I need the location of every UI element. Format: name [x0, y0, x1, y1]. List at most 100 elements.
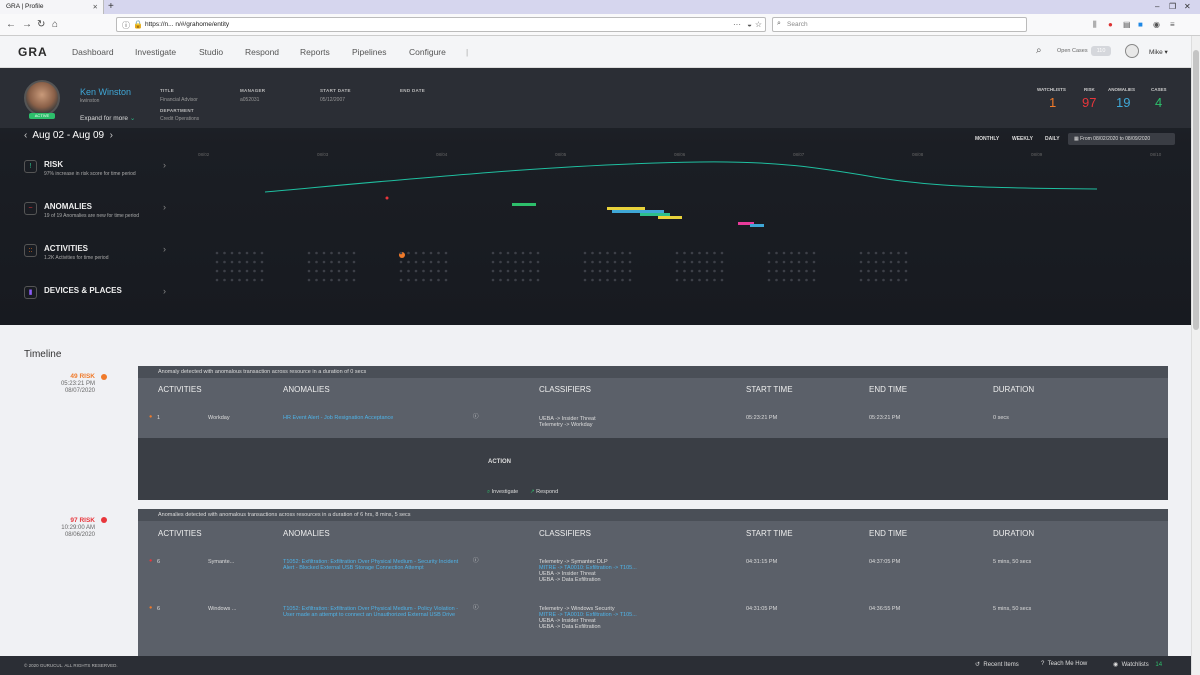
activity-cell: [437, 269, 440, 273]
chevron-right-icon[interactable]: ›: [163, 202, 166, 212]
activity-cell: [307, 260, 311, 264]
home-icon[interactable]: ⌂: [52, 19, 58, 30]
search-icon: ⌕: [777, 20, 781, 27]
info-icon[interactable]: ⓘ: [473, 558, 479, 564]
respond-button[interactable]: ↗ Respond: [530, 489, 558, 495]
activity-cell: [337, 269, 341, 273]
anomaly-bar: [658, 216, 682, 219]
chevron-right-icon[interactable]: ›: [163, 160, 166, 170]
anomaly-link[interactable]: T1052: Exfiltration: Exfiltration Over P…: [283, 606, 468, 618]
respond-label: Respond: [536, 489, 559, 495]
row-end: 05:23:21 PM: [869, 415, 901, 421]
open-cases-label[interactable]: Open Cases: [1057, 48, 1088, 54]
chevron-right-icon[interactable]: ›: [163, 244, 166, 254]
activity-cell: [767, 260, 771, 264]
search-icon[interactable]: ⌕: [1036, 45, 1042, 56]
activity-cell: [591, 251, 594, 255]
activity-cell: [345, 260, 348, 264]
row-start: 05:23:21 PM: [746, 415, 778, 421]
activity-cell: [506, 260, 510, 264]
nav-pipelines[interactable]: Pipelines: [352, 47, 387, 57]
sidebar-icon[interactable]: ▤: [1123, 20, 1131, 29]
activity-cell: [591, 269, 594, 273]
page-scrollbar[interactable]: [1191, 36, 1200, 675]
risk-event-point: [385, 196, 389, 200]
menu-icon[interactable]: ≡: [1170, 20, 1175, 29]
event-time: 10:29:00 AM: [61, 525, 95, 531]
restore-icon[interactable]: ❐: [1169, 2, 1176, 11]
activity-cell: [499, 251, 502, 255]
activity-cell: [223, 260, 226, 264]
watchlists-button[interactable]: ◉ Watchlists 14: [1113, 661, 1162, 668]
activity-cell: [215, 251, 219, 255]
devices-icon: ▮: [24, 286, 37, 299]
event-header: Anomalies detected with anomalous transa…: [138, 509, 1168, 521]
extension-icon[interactable]: ■: [1138, 20, 1143, 29]
activity-cell: [690, 269, 694, 273]
activity-cell: [705, 251, 709, 255]
risk-icon: !: [24, 160, 37, 173]
back-icon[interactable]: ←: [6, 19, 16, 30]
activity-cell: [437, 260, 440, 264]
close-window-icon[interactable]: ✕: [1184, 2, 1191, 11]
info-icon[interactable]: ⓘ: [122, 20, 130, 31]
scrollbar-thumb[interactable]: [1193, 50, 1199, 330]
more-icon[interactable]: ···: [733, 20, 741, 29]
info-icon[interactable]: ⓘ: [473, 414, 479, 420]
library-icon[interactable]: ⫼: [1093, 20, 1097, 30]
minimize-icon[interactable]: –: [1155, 2, 1159, 11]
activity-cell: [583, 260, 587, 264]
row-count: 1: [157, 415, 161, 421]
row-duration: 5 mins, 50 secs: [993, 606, 1032, 612]
anomaly-link[interactable]: HR Event Alert - Job Resignation Accepta…: [283, 415, 393, 421]
entity-profile-panel: ACTIVE Ken Winston kwinston Expand for m…: [0, 68, 1191, 325]
investigate-button[interactable]: ⌕ Investigate: [487, 489, 518, 495]
activity-cell: [253, 278, 256, 282]
url-bar[interactable]: ⓘ 🔒 https://n... n/#/grahome/entity ··· …: [116, 17, 766, 32]
gra-logo[interactable]: GRA: [18, 45, 48, 59]
chevron-right-icon[interactable]: ›: [163, 286, 166, 296]
activity-cell: [889, 251, 893, 255]
nav-respond[interactable]: Respond: [245, 47, 279, 57]
activity-cell: [253, 269, 256, 273]
user-name: Mike: [1149, 49, 1163, 56]
activity-cell: [591, 260, 594, 264]
col-anomalies: ANOMALIES: [283, 385, 330, 394]
teach-me-button[interactable]: ? Teach Me How: [1041, 661, 1087, 667]
activity-cell: [583, 269, 587, 273]
activity-cell: [720, 251, 724, 255]
bookmark-icon[interactable]: ☆: [755, 20, 762, 29]
activity-cell: [506, 269, 510, 273]
teach-me-label: Teach Me How: [1047, 661, 1088, 667]
nav-investigate[interactable]: Investigate: [135, 47, 176, 57]
browser-search-bar[interactable]: ⌕ Search: [772, 17, 1027, 32]
user-menu[interactable]: Mike ▾: [1149, 48, 1168, 56]
activity-cell: [238, 260, 241, 264]
browser-tab-bar: GRA | Profile ✕ + – ❐ ✕: [0, 0, 1200, 14]
close-tab-icon[interactable]: ✕: [93, 3, 98, 11]
activity-cell: [790, 251, 793, 255]
nav-reports[interactable]: Reports: [300, 47, 330, 57]
row-duration: 0 secs: [993, 415, 1009, 421]
nav-dashboard[interactable]: Dashboard: [72, 47, 114, 57]
user-avatar[interactable]: [1125, 44, 1139, 58]
account-icon[interactable]: ◉: [1153, 20, 1160, 29]
activity-cell: [874, 260, 878, 264]
nav-studio[interactable]: Studio: [199, 47, 223, 57]
activity-cell: [675, 260, 679, 264]
activity-cell: [429, 278, 433, 282]
anomaly-link[interactable]: T1052: Exfiltration: Exfiltration Over P…: [283, 559, 468, 571]
pocket-icon[interactable]: ◒: [747, 20, 752, 29]
event-date: 08/07/2020: [64, 388, 95, 394]
browser-tab[interactable]: GRA | Profile ✕: [0, 0, 104, 14]
app-header: GRA Dashboard Investigate Studio Respond…: [0, 36, 1191, 68]
info-icon[interactable]: ⓘ: [473, 605, 479, 611]
forward-icon[interactable]: →: [22, 19, 32, 30]
recent-items-button[interactable]: ↺ Recent Items: [975, 661, 1019, 668]
open-cases-count[interactable]: 110: [1091, 46, 1111, 56]
adblock-icon[interactable]: ●: [1108, 20, 1113, 29]
reload-icon[interactable]: ↻: [37, 19, 45, 30]
new-tab-icon[interactable]: +: [108, 1, 114, 12]
nav-configure[interactable]: Configure: [409, 47, 446, 57]
row-start: 04:31:15 PM: [746, 559, 778, 565]
